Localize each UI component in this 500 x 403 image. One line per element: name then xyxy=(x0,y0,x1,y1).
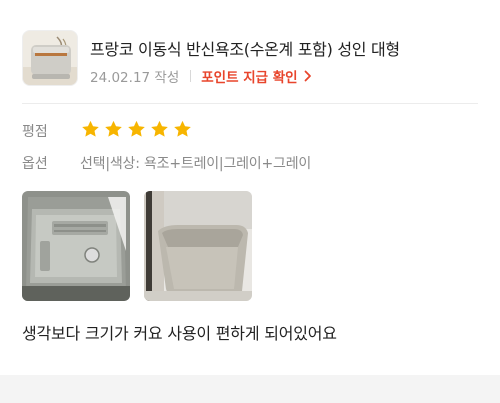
review-photo-image xyxy=(144,191,252,301)
star-rating xyxy=(80,119,193,140)
star-icon xyxy=(82,120,99,137)
review-date: 24.02.17 작성 xyxy=(90,70,180,86)
star-icon xyxy=(105,120,122,137)
product-thumbnail[interactable] xyxy=(22,30,78,86)
option-value: 선택|색상: 욕조+트레이|그레이+그레이 xyxy=(80,156,312,172)
review-photo[interactable] xyxy=(22,191,130,301)
product-meta: 24.02.17 작성 포인트 지급 확인 xyxy=(90,66,312,86)
points-link[interactable]: 포인트 지급 확인 xyxy=(201,66,311,86)
section-spacer xyxy=(0,375,500,403)
product-summary[interactable]: 프랑코 이동식 반신욕조(수온계 포함) 성인 대형 24.02.17 작성 포… xyxy=(22,30,478,90)
option-label: 옵션 xyxy=(22,156,48,172)
points-link-label: 포인트 지급 확인 xyxy=(201,70,298,86)
product-title[interactable]: 프랑코 이동식 반신욕조(수온계 포함) 성인 대형 xyxy=(90,36,400,60)
star-icon xyxy=(128,120,145,137)
rating-label: 평점 xyxy=(22,124,48,140)
star-icon xyxy=(174,120,191,137)
review-text: 생각보다 크기가 커요 사용이 편하게 되어있어요 xyxy=(22,324,337,343)
star-icon xyxy=(151,120,168,137)
chevron-right-icon xyxy=(304,70,311,82)
meta-divider xyxy=(190,70,192,82)
review-photo-image xyxy=(22,191,130,301)
section-divider xyxy=(22,103,478,104)
bathtub-thumbnail-image xyxy=(23,31,77,85)
review-photo[interactable] xyxy=(144,191,252,301)
